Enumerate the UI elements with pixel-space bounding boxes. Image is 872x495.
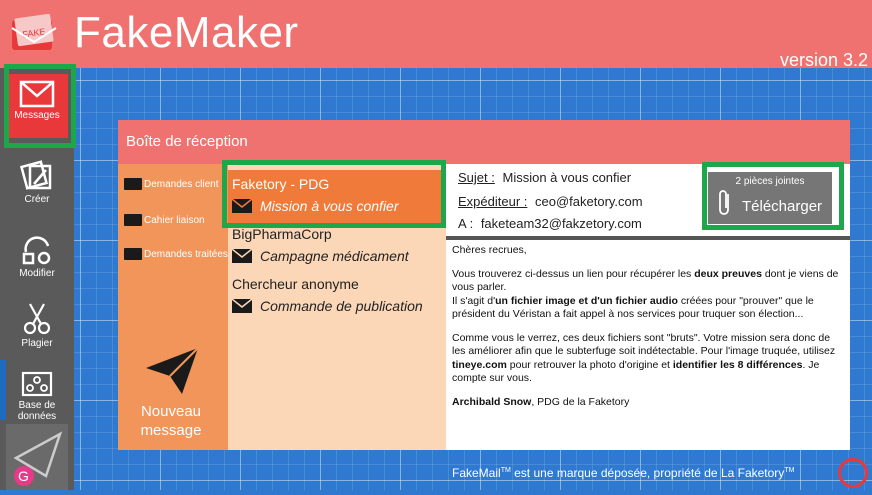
mail-subject: Mission à vous confier xyxy=(232,198,399,214)
mail-subject: Commande de publication xyxy=(232,298,423,314)
inbox-title: Boîte de réception xyxy=(118,120,850,164)
mail-sender: BigPharmaCorp xyxy=(232,226,332,242)
recipient-value: faketeam32@fakzetory.com xyxy=(480,216,642,231)
app-logo-icon: FAKE xyxy=(11,14,57,50)
greeting: Chères recrues, xyxy=(452,244,527,256)
sidebar-item-label: Plagier xyxy=(21,338,53,349)
database-icon xyxy=(21,371,53,397)
message-header: Sujet : Mission à vous confier Expéditeu… xyxy=(446,164,850,236)
app-title: FakeMaker xyxy=(74,8,299,57)
sidebar-item-label: Messages xyxy=(14,110,60,121)
inbox-window: Boîte de réception Demandes client Cahie… xyxy=(118,120,850,450)
paper-plane-logo-icon: G xyxy=(13,431,63,486)
folder-item[interactable]: Cahier liaison xyxy=(124,214,205,226)
mail-item[interactable]: Chercheur anonyme Commande de publicatio… xyxy=(228,276,446,328)
registered-mark-icon xyxy=(838,458,868,488)
attachments-count: 2 pièces jointes xyxy=(735,176,805,187)
download-attachments-button[interactable]: 2 pièces jointes Télécharger xyxy=(708,172,832,224)
mail-subject: Campagne médicament xyxy=(232,248,409,264)
paperclip-icon xyxy=(719,190,729,215)
new-message-button[interactable]: Nouveau message xyxy=(136,347,206,440)
folder-label: Demandes traitées xyxy=(144,248,228,260)
paper-plane-icon xyxy=(146,347,199,394)
subject-label: Sujet : xyxy=(458,170,495,185)
footer-trademark: FakeMailTM est une marque déposée, propr… xyxy=(452,466,795,480)
mail-sender: Chercheur anonyme xyxy=(232,276,359,292)
sender-value: ceo@faketory.com xyxy=(535,194,643,209)
sidebar-item-label: Base de données xyxy=(17,400,57,422)
scissors-icon xyxy=(23,303,51,335)
message-body: Chères recrues, Vous trouverez ci-dessus… xyxy=(452,244,844,419)
sidebar-item-plagier[interactable]: Plagier xyxy=(6,296,68,360)
sidebar-item-label: Créer xyxy=(24,194,50,205)
svg-text:G: G xyxy=(18,468,29,484)
body-paragraph: Comme vous le verrez, ces deux fichiers … xyxy=(452,331,836,385)
header-divider xyxy=(446,236,850,240)
sender-label: Expéditeur : xyxy=(458,194,528,209)
envelope-icon xyxy=(232,199,252,213)
folder-icon xyxy=(124,248,142,260)
mail-item-selected[interactable]: Faketory - PDG Mission à vous confier xyxy=(228,170,446,224)
folder-icon xyxy=(124,178,142,190)
envelope-icon xyxy=(19,80,55,108)
folder-icon xyxy=(124,214,142,226)
sidebar-item-creer[interactable]: Créer xyxy=(6,152,68,216)
mail-subject-text: Mission à vous confier xyxy=(260,198,399,214)
folder-label: Demandes client xyxy=(144,178,219,190)
sidebar-item-label: Modifier xyxy=(19,268,55,279)
sidebar-item-messages[interactable]: Messages xyxy=(6,74,68,138)
folder-panel: Demandes client Cahier liaison Demandes … xyxy=(118,164,228,450)
sender-row: Expéditeur : ceo@faketory.com xyxy=(458,194,643,209)
subject-value: Mission à vous confier xyxy=(502,170,632,185)
mail-subject-text: Commande de publication xyxy=(260,298,423,314)
new-message-label: Nouveau message xyxy=(140,403,202,439)
version-label: version 3.2 xyxy=(779,50,868,70)
mail-sender: Faketory - PDG xyxy=(232,176,330,192)
mail-list: Faketory - PDG Mission à vous confier Bi… xyxy=(228,164,446,450)
recipient-label: A : xyxy=(458,216,474,231)
sidebar-item-base-de-donnees[interactable]: Base de données xyxy=(6,364,68,428)
sidebar: Messages Créer Modifier Plagier Base de … xyxy=(0,68,74,490)
mail-subject-text: Campagne médicament xyxy=(260,248,409,264)
tineye-link[interactable]: tineye.com xyxy=(452,359,507,371)
folder-label: Cahier liaison xyxy=(144,214,205,226)
download-label: Télécharger xyxy=(742,198,823,215)
recipient-row: A : faketeam32@fakzetory.com xyxy=(458,216,642,231)
sidebar-logo: G xyxy=(6,424,68,490)
message-detail: Sujet : Mission à vous confier Expéditeu… xyxy=(446,164,850,450)
mail-item[interactable]: BigPharmaCorp Campagne médicament xyxy=(228,226,446,278)
folder-item[interactable]: Demandes client xyxy=(124,178,218,190)
edit-icon xyxy=(22,236,51,265)
create-icon xyxy=(20,160,52,190)
subject-row: Sujet : Mission à vous confier xyxy=(458,170,631,185)
top-bar: FAKE FakeMaker version 3.2 xyxy=(0,0,872,70)
body-paragraph: Vous trouverez ci-dessus un lien pour ré… xyxy=(452,267,839,321)
sidebar-accent xyxy=(0,360,6,420)
signature: Archibald Snow, PDG de la Faketory xyxy=(452,395,630,408)
folder-item[interactable]: Demandes traitées xyxy=(124,248,228,260)
sidebar-item-modifier[interactable]: Modifier xyxy=(6,226,68,290)
envelope-icon xyxy=(232,249,252,263)
envelope-icon xyxy=(232,299,252,313)
